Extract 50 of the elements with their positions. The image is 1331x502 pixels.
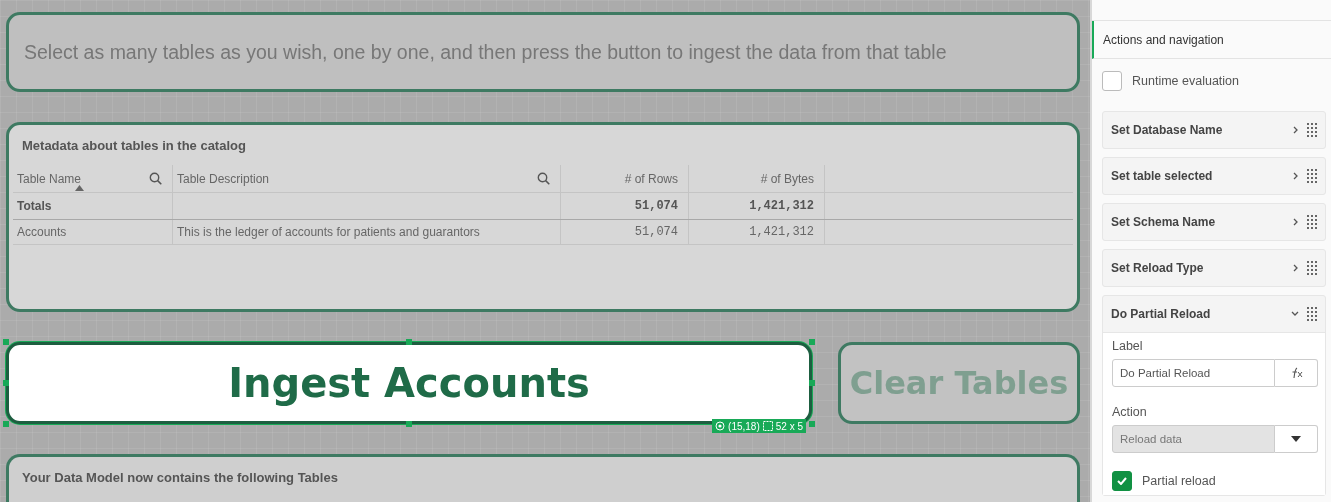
- action-title[interactable]: Set table selected: [1111, 169, 1293, 183]
- field-label: Label: [1112, 339, 1144, 353]
- checkmark-icon: [1117, 477, 1127, 485]
- drag-handle-icon: [1307, 169, 1317, 183]
- resize-handle[interactable]: [406, 339, 412, 345]
- checkbox-label: Partial reload: [1142, 474, 1216, 488]
- section-header[interactable]: Actions and navigation: [1092, 21, 1331, 59]
- expression-button[interactable]: [1275, 359, 1318, 387]
- field-label: Action: [1112, 405, 1148, 419]
- action-title[interactable]: Set Schema Name: [1111, 215, 1293, 229]
- resize-handle[interactable]: [3, 380, 9, 386]
- action-dropdown[interactable]: Reload data: [1112, 425, 1275, 453]
- table-cell: Accounts: [13, 220, 173, 244]
- table-cell: Totals: [13, 193, 173, 219]
- table-cell: 1,421,312: [689, 193, 825, 219]
- table-cell: 51,074: [561, 193, 689, 219]
- checkbox[interactable]: [1112, 471, 1132, 491]
- resize-handle[interactable]: [809, 339, 815, 345]
- resize-handle[interactable]: [3, 421, 9, 427]
- sort-ascending-icon: [75, 185, 84, 191]
- action-title[interactable]: Set Reload Type: [1111, 261, 1293, 275]
- drag-handle-icon: [1307, 261, 1317, 275]
- search-icon: [537, 172, 550, 185]
- table-cell: 51,074: [561, 220, 689, 244]
- resize-handle[interactable]: [406, 421, 412, 427]
- dropdown-button[interactable]: [1275, 425, 1318, 453]
- instruction-text: Select as many tables as you wish, one by one, and then press the button to ingest the data from that table: [24, 40, 947, 64]
- card-title: Your Data Model now contains the following Tables: [21, 469, 339, 487]
- caret-down-icon: [1291, 436, 1301, 442]
- resize-handle[interactable]: [3, 339, 9, 345]
- size-icon: [762, 421, 773, 431]
- action-title[interactable]: Do Partial Reload: [1111, 307, 1291, 321]
- table-title: Metadata about tables in the catalog: [21, 137, 247, 155]
- checkbox[interactable]: [1102, 71, 1122, 91]
- table-cell: This is the ledger of accounts for patients and guarantors: [173, 220, 561, 244]
- drag-handle-icon: [1307, 307, 1317, 321]
- drag-handle-icon: [1307, 123, 1317, 137]
- search-icon: [149, 172, 162, 185]
- column-header[interactable]: # of Rows: [561, 165, 689, 192]
- drag-handle-icon: [1307, 215, 1317, 229]
- table-cell: 1,421,312: [689, 220, 825, 244]
- action-title[interactable]: Set Database Name: [1111, 123, 1293, 137]
- label-field[interactable]: Do Partial Reload: [1112, 359, 1275, 387]
- column-header[interactable]: Table Description: [173, 165, 561, 192]
- column-header[interactable]: Table Name: [13, 165, 173, 192]
- target-icon: [715, 421, 726, 431]
- checkbox-label: Runtime evaluation: [1132, 74, 1239, 88]
- column-header[interactable]: # of Bytes: [689, 165, 825, 192]
- resize-handle[interactable]: [809, 380, 815, 386]
- resize-handle[interactable]: [809, 421, 815, 427]
